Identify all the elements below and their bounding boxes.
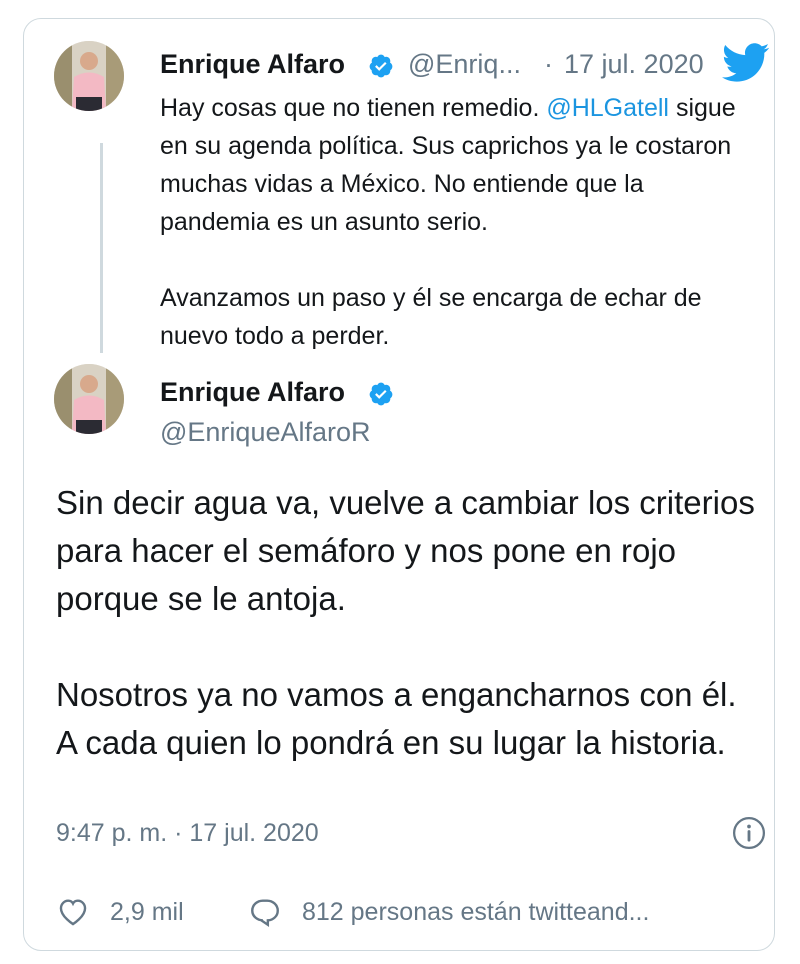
main-author-handle[interactable]: @EnriqueAlfaroR: [160, 417, 371, 448]
main-author-name[interactable]: Enrique Alfaro: [160, 377, 345, 408]
thread-connector-line: [100, 143, 103, 353]
conversation-label: 812 personas están twitteand...: [302, 897, 650, 926]
main-paragraph-2: Nosotros ya no vamos a engancharnos con …: [56, 676, 737, 761]
verified-badge-icon: [369, 382, 393, 406]
quoted-tweet-body: Hay cosas que no tienen remedio. @HLGate…: [160, 89, 760, 355]
quoted-text-prefix: Hay cosas que no tienen remedio.: [160, 94, 547, 122]
avatar-photo: [54, 364, 124, 434]
speech-bubble-icon: [251, 899, 279, 928]
like-button[interactable]: 2,9 mil: [56, 895, 184, 929]
date-separator: ·: [544, 49, 553, 79]
main-paragraph-1: Sin decir agua va, vuelve a cambiar los …: [56, 484, 755, 617]
heart-icon: [59, 899, 87, 926]
quoted-tweet-date[interactable]: 17 jul. 2020: [564, 49, 704, 80]
quoted-paragraph-2: Avanzamos un paso y él se encarga de ech…: [160, 284, 702, 350]
quoted-paragraph-1: Hay cosas que no tienen remedio. @HLGate…: [160, 89, 760, 241]
info-icon[interactable]: [732, 816, 766, 850]
mention-link[interactable]: @HLGatell: [546, 94, 669, 122]
main-tweet-avatar[interactable]: [54, 364, 124, 434]
main-tweet-body: Sin decir agua va, vuelve a cambiar los …: [56, 479, 756, 767]
tweet-timestamp[interactable]: 9:47 p. m. · 17 jul. 2020: [56, 819, 319, 848]
verified-badge-icon: [369, 54, 393, 78]
tweet-card: Enrique Alfaro @Enriq... · 17 jul. 2020 …: [23, 18, 775, 951]
like-count: 2,9 mil: [110, 897, 184, 926]
quoted-author-handle[interactable]: @Enriq...: [408, 49, 521, 80]
avatar-photo: [54, 41, 124, 111]
conversation-button[interactable]: 812 personas están twitteand...: [248, 895, 649, 929]
quoted-author-name[interactable]: Enrique Alfaro: [160, 49, 345, 80]
quoted-tweet-avatar[interactable]: [54, 41, 124, 111]
twitter-bird-icon[interactable]: [722, 43, 770, 83]
